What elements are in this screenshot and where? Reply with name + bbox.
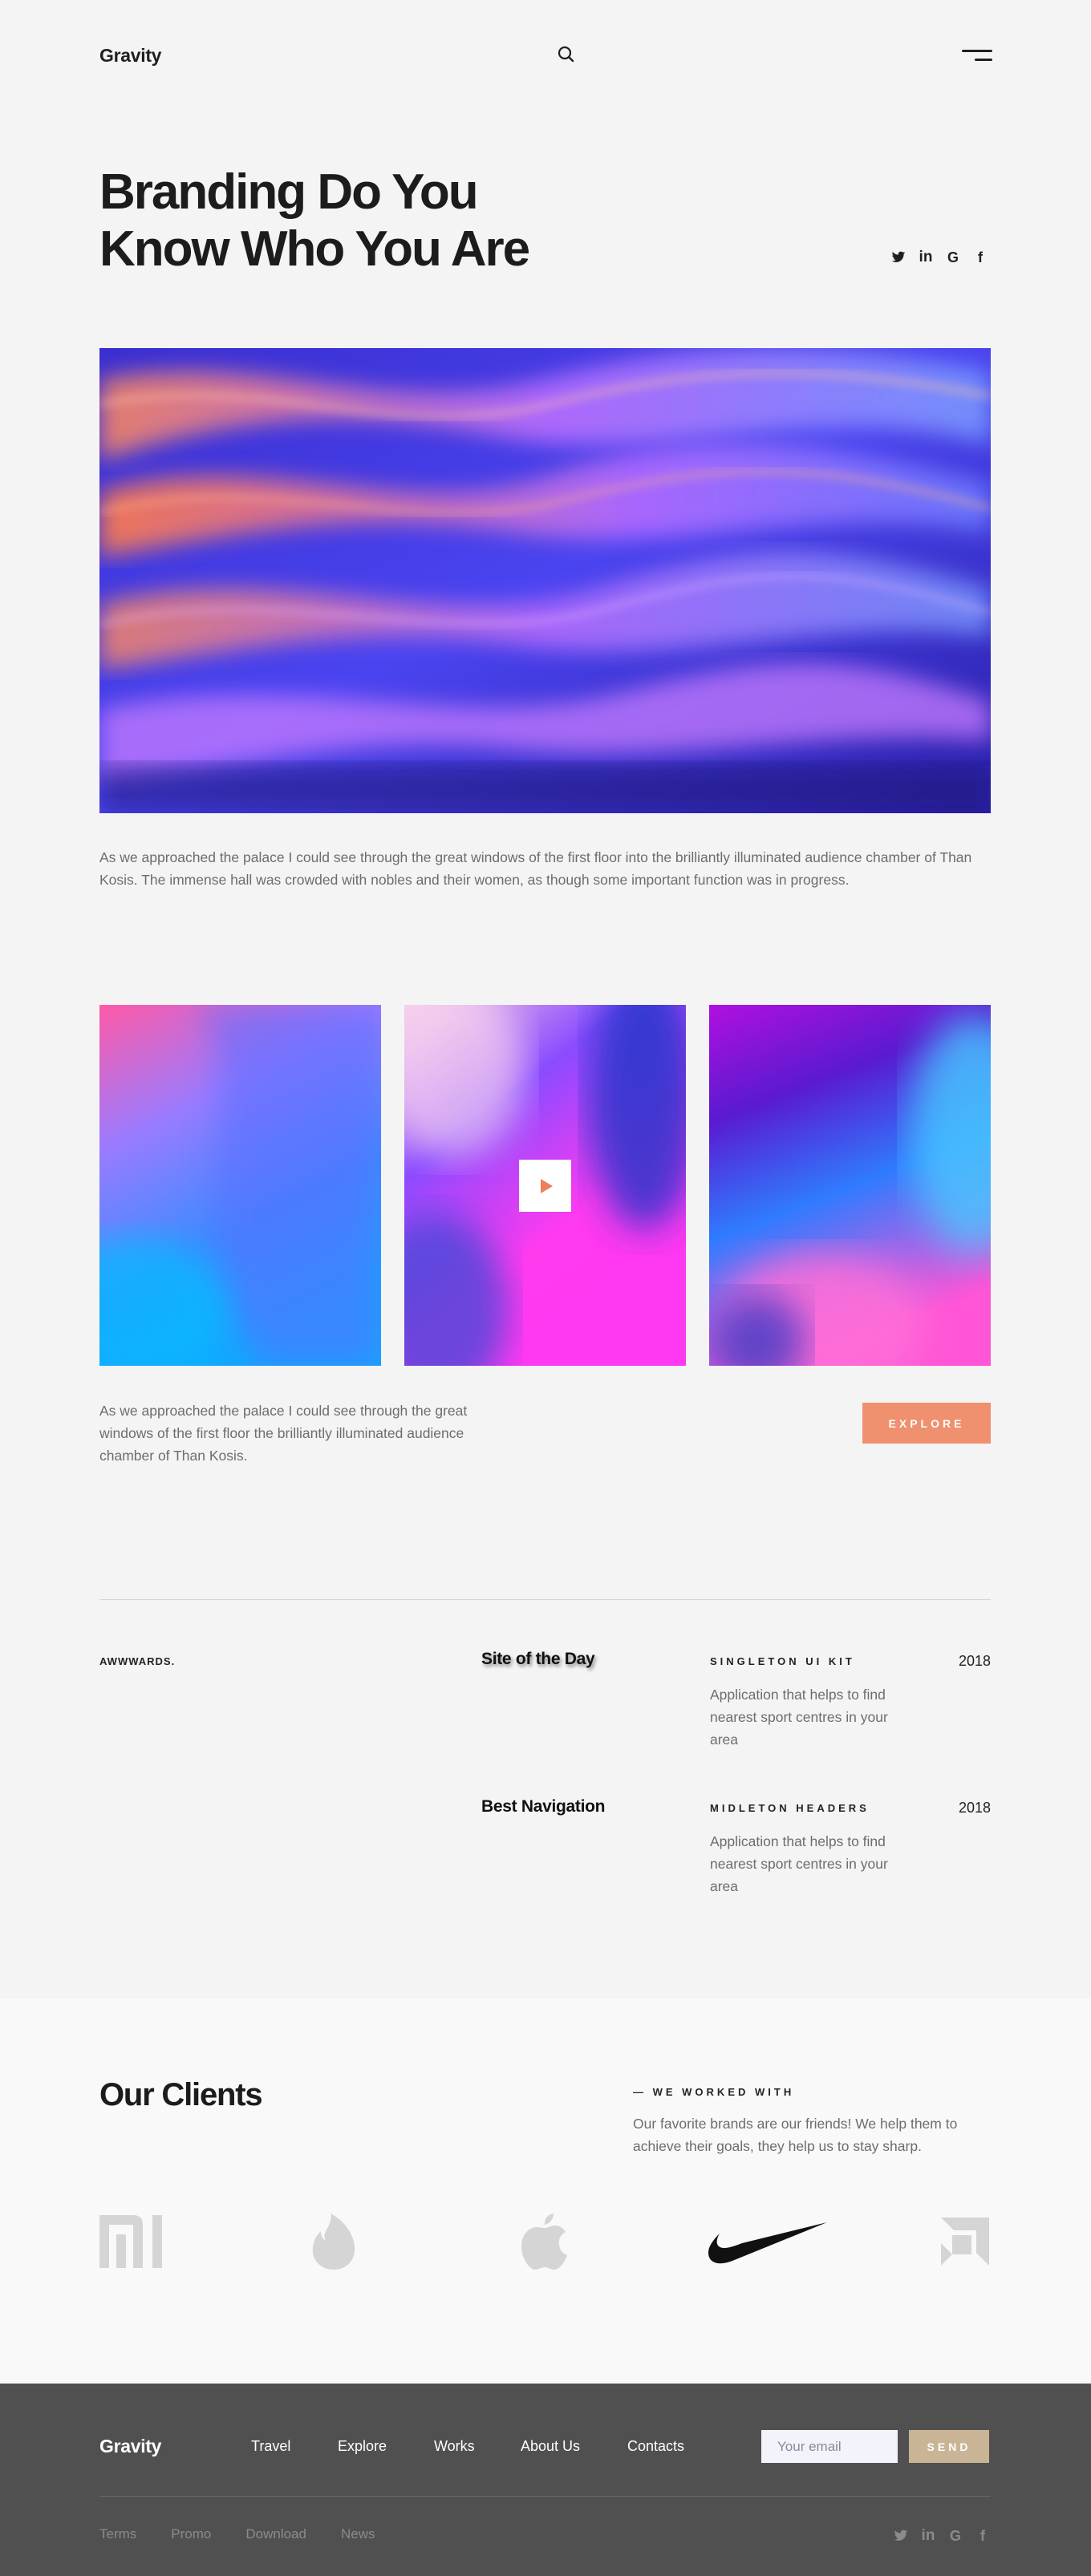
- footer-link-download[interactable]: Download: [245, 2526, 306, 2542]
- play-icon: [541, 1178, 553, 1193]
- amd-logo[interactable]: [940, 2213, 990, 2270]
- section-divider: [99, 1599, 991, 1600]
- facebook-icon[interactable]: f: [975, 2528, 991, 2544]
- gallery-image-1[interactable]: [99, 1005, 381, 1366]
- award-project[interactable]: SINGLETON UI KIT: [710, 1655, 855, 1667]
- award-name: Site of the Day: [481, 1650, 595, 1668]
- send-button[interactable]: SEND: [909, 2430, 989, 2463]
- footer-nav-contacts[interactable]: Contacts: [627, 2438, 708, 2455]
- tinder-logo[interactable]: [310, 2213, 358, 2270]
- hamburger-menu-icon[interactable]: [962, 50, 992, 63]
- facebook-icon[interactable]: f: [972, 249, 988, 265]
- awwwards-logo: AWWWARDS.: [99, 1655, 176, 1667]
- apple-logo[interactable]: [520, 2213, 570, 2270]
- footer-social-links: in G f: [893, 2527, 991, 2544]
- award-project[interactable]: MIDLETON HEADERS: [710, 1802, 870, 1814]
- social-links: in G f: [890, 249, 988, 265]
- linkedin-icon[interactable]: in: [918, 249, 934, 265]
- page-title: Branding Do You Know Who You Are: [99, 164, 645, 277]
- nike-logo[interactable]: [708, 2213, 827, 2270]
- footer-nav: Travel Explore Works About Us Contacts: [251, 2438, 708, 2455]
- award-description: Application that helps to find nearest s…: [710, 1833, 888, 1894]
- footer-nav-explore[interactable]: Explore: [338, 2438, 434, 2455]
- hero-image: [99, 348, 991, 813]
- footer-nav-works[interactable]: Works: [434, 2438, 521, 2455]
- footer-logo[interactable]: Gravity: [99, 2436, 161, 2457]
- twitter-icon[interactable]: [893, 2528, 909, 2544]
- email-field[interactable]: [761, 2430, 898, 2463]
- search-icon[interactable]: [557, 45, 576, 64]
- footer-link-news[interactable]: News: [341, 2526, 375, 2542]
- award-name: Best Navigation: [481, 1797, 606, 1816]
- twitter-icon[interactable]: [890, 249, 906, 265]
- page-title-line-2: Know Who You Are: [99, 221, 530, 277]
- google-icon[interactable]: G: [947, 2528, 963, 2544]
- footer: [0, 2384, 1091, 2576]
- gallery-image-3[interactable]: [709, 1005, 991, 1366]
- clients-section: [0, 1999, 1091, 2384]
- linkedin-icon[interactable]: in: [920, 2527, 936, 2544]
- clients-paragraph: Our favorite brands are our friends! We …: [633, 2116, 958, 2154]
- footer-link-terms[interactable]: Terms: [99, 2526, 136, 2542]
- footer-divider: [99, 2496, 991, 2497]
- gallery-paragraph: As we approached the palace I could see …: [99, 1403, 468, 1464]
- explore-button[interactable]: EXPLORE: [862, 1403, 991, 1444]
- logo[interactable]: Gravity: [99, 45, 161, 67]
- hero-paragraph: As we approached the palace I could see …: [99, 849, 972, 888]
- clients-eyebrow: — WE WORKED WITH: [633, 2086, 795, 2098]
- google-icon[interactable]: G: [945, 249, 961, 265]
- clients-title: Our Clients: [99, 2077, 263, 2112]
- footer-nav-about-us[interactable]: About Us: [521, 2438, 627, 2455]
- award-year: 2018: [958, 1800, 991, 1816]
- footer-links: Terms Promo Download News: [99, 2526, 409, 2542]
- footer-nav-travel[interactable]: Travel: [251, 2438, 338, 2455]
- footer-link-promo[interactable]: Promo: [171, 2526, 211, 2542]
- page-title-line-1: Branding Do You: [99, 164, 479, 220]
- award-year: 2018: [958, 1653, 991, 1669]
- award-description: Application that helps to find nearest s…: [710, 1687, 888, 1748]
- xiaomi-logo[interactable]: [99, 2213, 165, 2270]
- play-button[interactable]: [519, 1160, 571, 1212]
